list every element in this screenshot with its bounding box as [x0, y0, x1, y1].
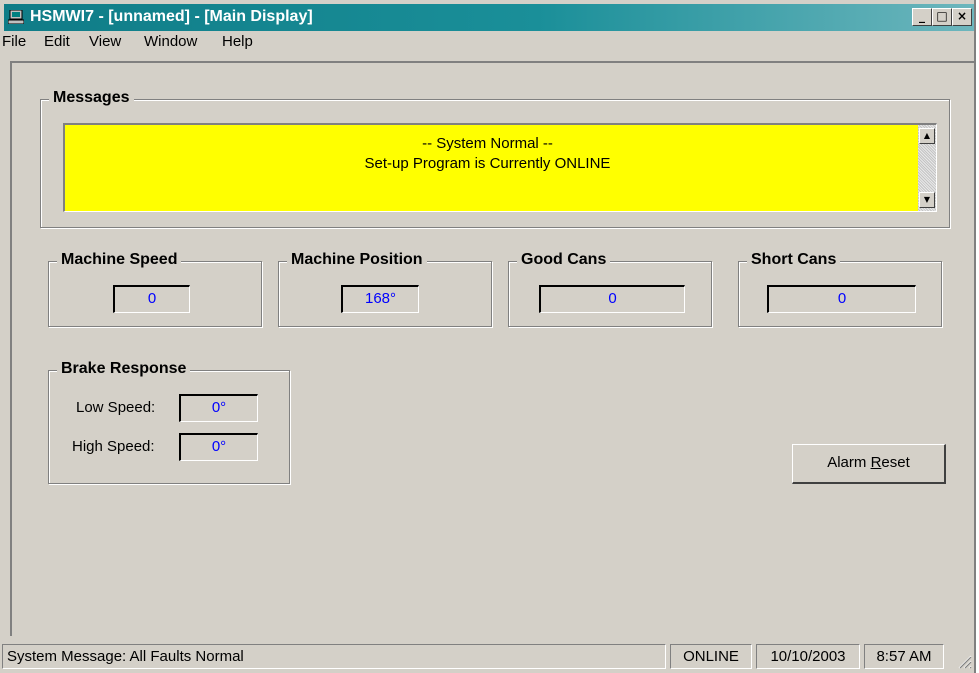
menu-bar: File Edit View Window Help — [0, 31, 976, 53]
messages-label: Messages — [49, 89, 134, 107]
close-button[interactable]: × — [952, 8, 972, 26]
good-cans-value: 0 — [539, 285, 685, 313]
machine-speed-value: 0 — [113, 285, 190, 313]
computer-icon — [8, 10, 24, 24]
short-cans-value: 0 — [767, 285, 916, 313]
short-cans-label: Short Cans — [747, 251, 841, 269]
status-message: System Message: All Faults Normal — [2, 644, 666, 669]
status-mode: ONLINE — [670, 644, 752, 669]
low-speed-label: Low Speed: — [76, 399, 156, 416]
menu-edit[interactable]: Edit — [44, 33, 70, 50]
scroll-down-arrow-icon[interactable]: ▼ — [919, 192, 935, 208]
messages-box: -- System Normal -- Set-up Program is Cu… — [63, 123, 937, 212]
good-cans-label: Good Cans — [517, 251, 611, 269]
scroll-up-arrow-icon[interactable]: ▲ — [919, 128, 935, 144]
low-speed-value: 0° — [179, 394, 258, 422]
status-time: 8:57 AM — [864, 644, 944, 669]
title-bar[interactable]: HSMWI7 - [unnamed] - [Main Display] _ □ … — [4, 4, 974, 31]
machine-position-value: 168° — [341, 285, 419, 313]
minimize-button[interactable]: _ — [912, 8, 932, 26]
resize-grip-icon[interactable] — [956, 653, 972, 669]
status-date: 10/10/2003 — [756, 644, 860, 669]
maximize-button[interactable]: □ — [932, 8, 952, 26]
main-window: HSMWI7 - [unnamed] - [Main Display] _ □ … — [0, 0, 976, 673]
alarm-reset-text-end: eset — [881, 454, 910, 471]
brake-response-group: Brake Response — [48, 360, 290, 484]
menu-file[interactable]: File — [2, 33, 26, 50]
status-bar: System Message: All Faults Normal ONLINE… — [0, 641, 976, 673]
menu-window[interactable]: Window — [144, 33, 197, 50]
window-title: HSMWI7 - [unnamed] - [Main Display] — [30, 8, 313, 25]
machine-position-label: Machine Position — [287, 251, 427, 269]
brake-response-label: Brake Response — [57, 360, 191, 378]
menu-help[interactable]: Help — [222, 33, 253, 50]
machine-speed-label: Machine Speed — [57, 251, 182, 269]
menu-view[interactable]: View — [89, 33, 121, 50]
alarm-reset-text: Alarm — [827, 454, 871, 471]
high-speed-label: High Speed: — [72, 438, 155, 455]
message-line: Set-up Program is Currently ONLINE — [364, 155, 611, 172]
alarm-reset-button[interactable]: Alarm Reset — [792, 444, 946, 484]
message-line: -- System Normal -- — [422, 135, 553, 152]
alarm-reset-accel: R — [870, 454, 882, 471]
high-speed-value: 0° — [179, 433, 258, 461]
messages-scrollbar[interactable]: ▲ ▼ — [918, 125, 936, 211]
